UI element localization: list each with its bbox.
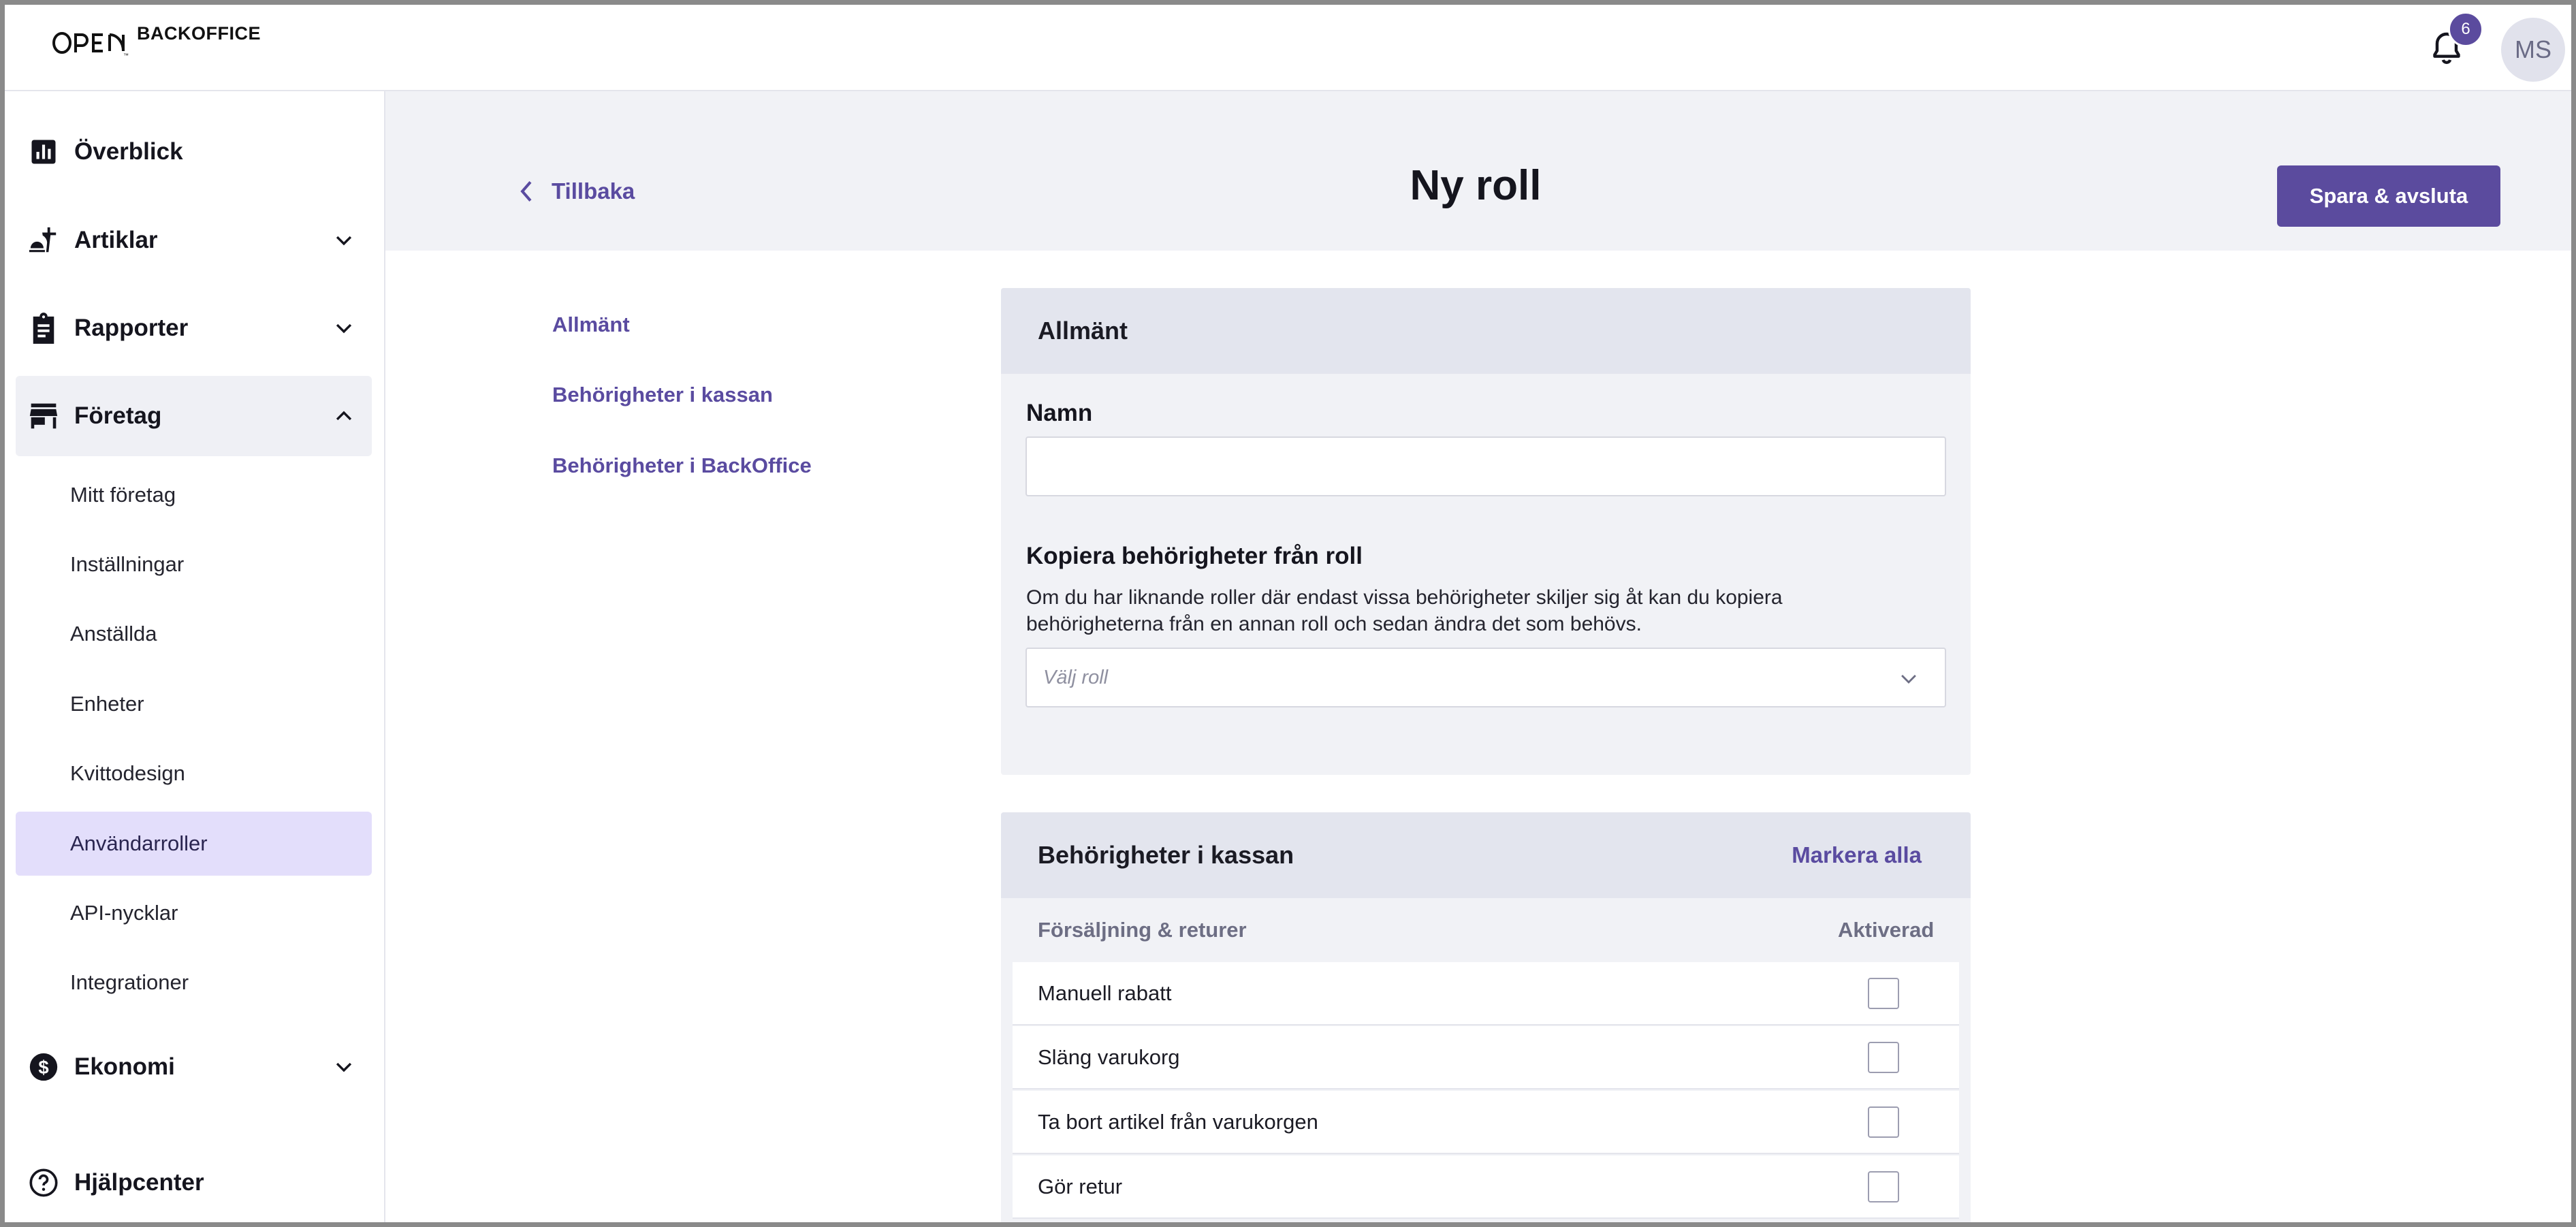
permission-row: Gör retur (1013, 1156, 1959, 1219)
sidebar-subitem-mitt-foretag[interactable]: Mitt företag (16, 463, 372, 527)
avatar[interactable]: MS (2501, 18, 2565, 82)
chevron-down-icon (336, 1062, 352, 1072)
permission-label: Manuell rabatt (1038, 981, 1172, 1005)
permission-group-header: Försäljning & returer (1038, 918, 1247, 942)
role-select[interactable]: Välj roll (1025, 648, 1946, 707)
sidebar: Överblick Artiklar Rapporter Företag Mit… (5, 91, 385, 1222)
pos-permissions-card: Behörigheter i kassan Markera alla Försä… (1001, 812, 1971, 1222)
sidebar-subitem-integrationer[interactable]: Integrationer (16, 951, 372, 1015)
anchor-link-behorigheter-kassan[interactable]: Behörigheter i kassan (552, 383, 773, 407)
enabled-column-header: Aktiverad (1838, 918, 1935, 942)
chevron-left-icon (520, 181, 532, 202)
permission-checkbox[interactable] (1868, 1106, 1899, 1138)
permission-row: Släng varukorg (1013, 1026, 1959, 1089)
page-title: Ny roll (1410, 162, 1542, 209)
general-card: Allmänt Namn Kopiera behörigheter från r… (1001, 288, 1971, 775)
sidebar-item-foretag[interactable]: Företag (16, 376, 372, 456)
pos-permissions-heading: Behörigheter i kassan Markera alla (1001, 812, 1971, 898)
sidebar-item-rapporter[interactable]: Rapporter (16, 296, 372, 360)
role-select-placeholder: Välj roll (1043, 666, 1109, 688)
permission-checkbox[interactable] (1868, 978, 1899, 1009)
sidebar-item-label: Ekonomi (74, 1053, 175, 1080)
sidebar-item-hjalpcenter[interactable]: Hjälpcenter (16, 1151, 372, 1215)
sidebar-item-artiklar[interactable]: Artiklar (16, 208, 372, 272)
permission-checkbox[interactable] (1868, 1042, 1899, 1073)
back-link[interactable]: Tillbaka (519, 178, 635, 204)
permission-label: Gör retur (1038, 1174, 1123, 1198)
clipboard-icon (28, 313, 59, 344)
name-input[interactable] (1025, 436, 1946, 496)
anchor-link-behorigheter-backoffice[interactable]: Behörigheter i BackOffice (552, 453, 812, 478)
chevron-down-icon (336, 236, 352, 246)
logo[interactable]: ™ BACKOFFICE (52, 23, 261, 58)
copy-permissions-label: Kopiera behörigheter från roll (1026, 543, 1363, 569)
sidebar-item-overblick[interactable]: Överblick (16, 120, 372, 184)
sidebar-subitem-api-nycklar[interactable]: API-nycklar (16, 881, 372, 945)
top-bar: ™ BACKOFFICE 6 MS (5, 5, 2571, 91)
svg-text:$: $ (38, 1057, 48, 1078)
svg-text:™: ™ (123, 52, 129, 58)
permission-row: Ta bort artikel från varukorgen (1013, 1091, 1959, 1154)
permission-label: Släng varukorg (1038, 1045, 1180, 1069)
sidebar-subitem-anvandarroller[interactable]: Användarroller (16, 812, 372, 876)
save-and-exit-button[interactable]: Spara & avsluta (2277, 165, 2500, 227)
sidebar-subitem-anstallda[interactable]: Anställda (16, 602, 372, 666)
sidebar-item-label: Överblick (74, 138, 183, 165)
sidebar-subitem-kvittodesign[interactable]: Kvittodesign (16, 742, 372, 806)
name-label: Namn (1026, 400, 1093, 426)
food-tray-icon (28, 225, 59, 256)
chevron-down-icon (1901, 675, 1916, 684)
help-circle-icon (28, 1167, 59, 1198)
permission-row: Manuell rabatt (1013, 962, 1959, 1025)
logo-text: BACKOFFICE (137, 23, 261, 44)
sidebar-subitem-enheter[interactable]: Enheter (16, 672, 372, 736)
notification-badge[interactable]: 6 (2448, 12, 2483, 47)
bar-chart-icon (28, 136, 59, 168)
general-card-heading: Allmänt (1001, 288, 1971, 374)
sidebar-item-ekonomi[interactable]: $ Ekonomi (16, 1035, 372, 1099)
app-window: ™ BACKOFFICE 6 MS Överblick Artiklar Rap… (0, 0, 2576, 1227)
permission-checkbox[interactable] (1868, 1171, 1899, 1202)
sidebar-item-label: Artiklar (74, 227, 158, 253)
mark-all-link[interactable]: Markera alla (1792, 842, 1922, 868)
dollar-circle-icon: $ (28, 1051, 59, 1083)
sidebar-item-label: Företag (74, 402, 162, 429)
copy-permissions-help: Om du har liknande roller där endast vis… (1026, 584, 1911, 637)
sidebar-subitem-installningar[interactable]: Inställningar (16, 532, 372, 596)
pos-permissions-title: Behörigheter i kassan (1038, 841, 1294, 869)
open-logo-icon: ™ (52, 32, 129, 58)
anchor-link-allmant[interactable]: Allmänt (552, 313, 630, 337)
back-label: Tillbaka (552, 178, 635, 204)
copy-permissions-help-line: Om du har liknande roller där endast vis… (1026, 586, 1783, 609)
sidebar-item-label: Rapporter (74, 315, 189, 341)
chevron-down-icon (336, 323, 352, 334)
store-icon (28, 400, 59, 432)
copy-permissions-help-line: behörigheterna från en annan roll och se… (1026, 613, 1642, 635)
permission-label: Ta bort artikel från varukorgen (1038, 1109, 1318, 1134)
sidebar-item-label: Hjälpcenter (74, 1169, 204, 1196)
chevron-up-icon (336, 411, 352, 421)
